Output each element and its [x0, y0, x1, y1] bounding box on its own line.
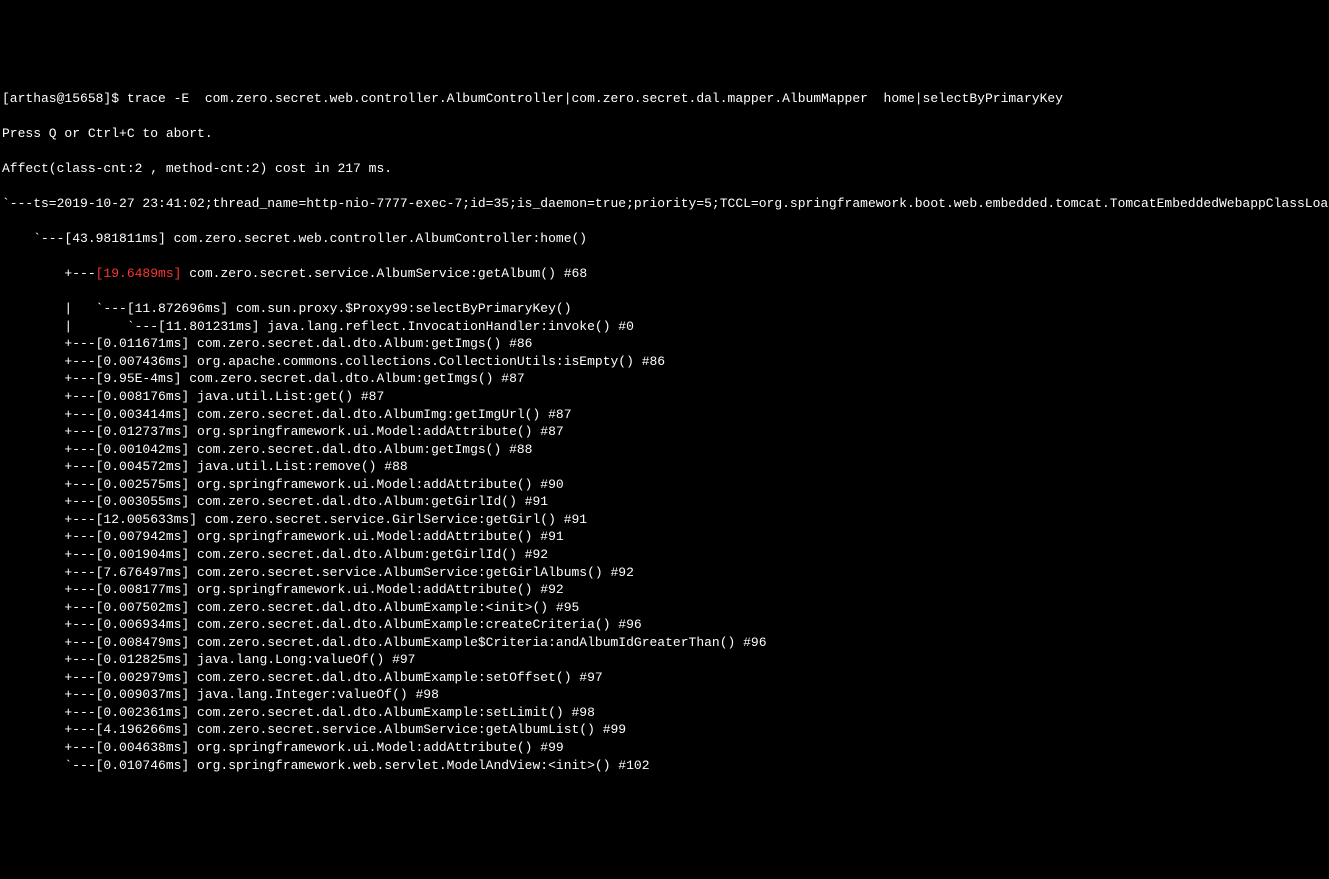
trace-line: +---[0.008479ms] com.zero.secret.dal.dto…: [2, 634, 1327, 652]
trace-line: +---[4.196266ms] com.zero.secret.service…: [2, 721, 1327, 739]
root-call: `---[43.981811ms] com.zero.secret.web.co…: [2, 230, 1327, 248]
trace-line: +---[0.004638ms] org.springframework.ui.…: [2, 739, 1327, 757]
trace-tree: | `---[11.872696ms] com.sun.proxy.$Proxy…: [2, 300, 1327, 774]
tree-prefix: +---: [2, 266, 96, 281]
trace-line: +---[9.95E-4ms] com.zero.secret.dal.dto.…: [2, 370, 1327, 388]
trace-line: +---[0.012737ms] org.springframework.ui.…: [2, 423, 1327, 441]
trace-line: +---[12.005633ms] com.zero.secret.servic…: [2, 511, 1327, 529]
trace-line: +---[0.003055ms] com.zero.secret.dal.dto…: [2, 493, 1327, 511]
command-prompt: [arthas@15658]$ trace -E com.zero.secret…: [2, 90, 1327, 108]
prompt-text: [arthas@15658]$ trace -E com.zero.secret…: [2, 91, 1063, 106]
slow-call-time: [19.6489ms]: [96, 266, 182, 281]
trace-line: | `---[11.801231ms] java.lang.reflect.In…: [2, 318, 1327, 336]
trace-line: +---[0.007436ms] org.apache.commons.coll…: [2, 353, 1327, 371]
trace-line: +---[0.011671ms] com.zero.secret.dal.dto…: [2, 335, 1327, 353]
trace-line: +---[0.007942ms] org.springframework.ui.…: [2, 528, 1327, 546]
trace-line: +---[0.004572ms] java.util.List:remove()…: [2, 458, 1327, 476]
trace-line: +---[0.002361ms] com.zero.secret.dal.dto…: [2, 704, 1327, 722]
trace-line: +---[7.676497ms] com.zero.secret.service…: [2, 564, 1327, 582]
trace-line: +---[0.002575ms] org.springframework.ui.…: [2, 476, 1327, 494]
trace-line: +---[0.003414ms] com.zero.secret.dal.dto…: [2, 406, 1327, 424]
affect-status: Affect(class-cnt:2 , method-cnt:2) cost …: [2, 160, 1327, 178]
highlighted-call: +---[19.6489ms] com.zero.secret.service.…: [2, 265, 1327, 283]
trace-line: +---[0.002979ms] com.zero.secret.dal.dto…: [2, 669, 1327, 687]
trace-line: +---[0.008176ms] java.util.List:get() #8…: [2, 388, 1327, 406]
trace-line: +---[0.012825ms] java.lang.Long:valueOf(…: [2, 651, 1327, 669]
trace-line: +---[0.001042ms] com.zero.secret.dal.dto…: [2, 441, 1327, 459]
trace-line: +---[0.001904ms] com.zero.secret.dal.dto…: [2, 546, 1327, 564]
trace-line: `---[0.010746ms] org.springframework.web…: [2, 757, 1327, 775]
trace-line: | `---[11.872696ms] com.sun.proxy.$Proxy…: [2, 300, 1327, 318]
terminal-output: [arthas@15658]$ trace -E com.zero.secret…: [2, 72, 1327, 791]
trace-line: +---[0.008177ms] org.springframework.ui.…: [2, 581, 1327, 599]
trace-line: +---[0.009037ms] java.lang.Integer:value…: [2, 686, 1327, 704]
trace-line: +---[0.006934ms] com.zero.secret.dal.dto…: [2, 616, 1327, 634]
call-method: com.zero.secret.service.AlbumService:get…: [181, 266, 587, 281]
trace-line: +---[0.007502ms] com.zero.secret.dal.dto…: [2, 599, 1327, 617]
trace-header: `---ts=2019-10-27 23:41:02;thread_name=h…: [2, 195, 1327, 213]
abort-hint: Press Q or Ctrl+C to abort.: [2, 125, 1327, 143]
